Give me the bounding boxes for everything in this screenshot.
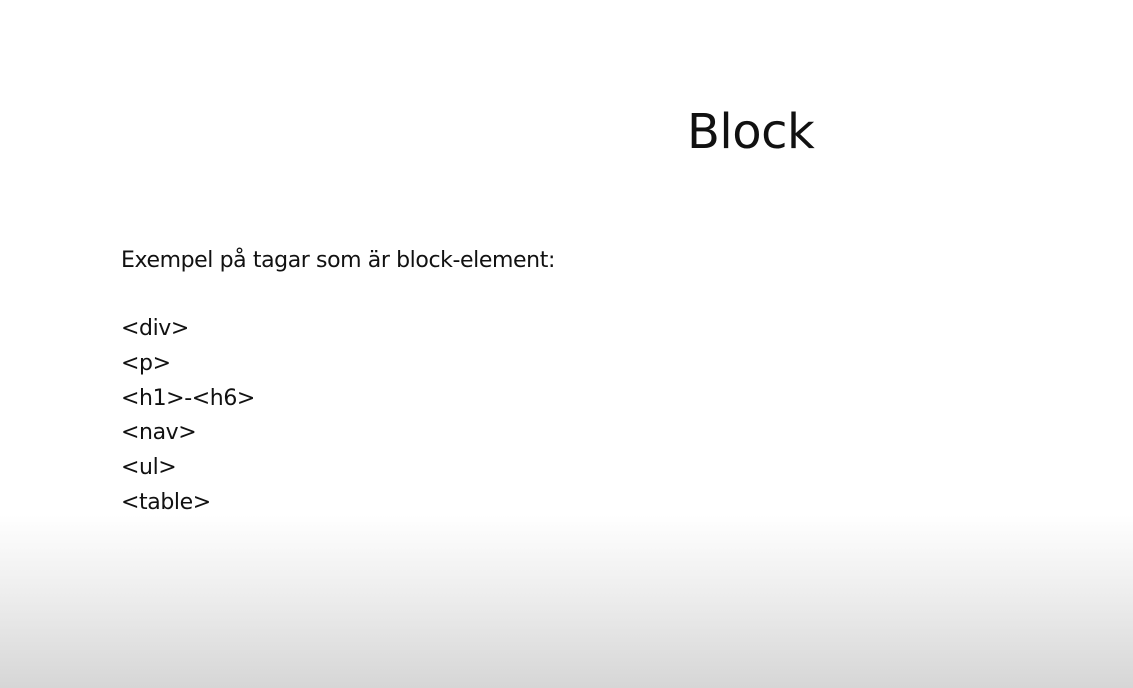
slide-body: Exempel på tagar som är block-element: <… (121, 244, 821, 521)
list-item-nav: <nav> (121, 420, 197, 446)
list-item-h1-h6: <h1>-<h6> (121, 385, 255, 411)
presentation-slide: Block Exempel på tagar som är block-elem… (0, 0, 1133, 688)
intro-text: Exempel på tagar som är block-element: (121, 248, 555, 273)
block-element-list: <div> <p> <h1>-<h6> <nav> <ul> <table> (121, 312, 821, 521)
list-item-div: <div> (121, 316, 189, 341)
list-item-p: <p> (121, 350, 171, 376)
list-item-table: <table> (121, 489, 211, 515)
list-item-ul: <ul> (121, 455, 177, 481)
slide-title: Block (687, 104, 815, 160)
